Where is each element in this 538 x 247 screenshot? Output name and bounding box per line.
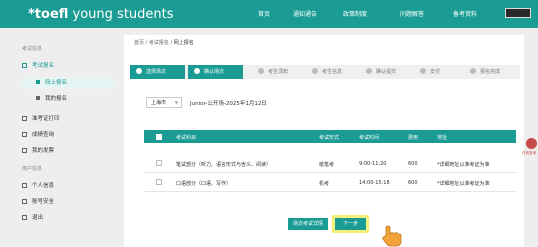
table-row[interactable]: 口语部分（口语、写作） 机考 14:00-15:18 600 *详细地址以准考证… (144, 173, 516, 192)
user-icon (22, 182, 27, 188)
step-dot-icon (258, 68, 264, 74)
receipt-icon (22, 147, 27, 153)
col-fee: 费用 (408, 135, 419, 141)
site-logo[interactable]: *toefl young students (28, 7, 174, 22)
step-confirm-session: 确认场次 (188, 65, 243, 79)
next-button[interactable]: 下一步 (332, 215, 369, 233)
doc-icon (36, 80, 40, 84)
select-all-checkbox[interactable] (156, 133, 162, 140)
breadcrumb-current: 网上报名 (173, 40, 194, 46)
edit-icon (22, 62, 27, 68)
row-checkbox[interactable] (156, 160, 162, 166)
sidebar-item-personal-info[interactable]: 个人信息 (22, 181, 114, 192)
cell-time: 14:00-15:18 (359, 180, 390, 186)
step-dot-icon (366, 68, 372, 74)
sidebar-item-my-register[interactable]: 我的报名 (22, 93, 114, 105)
breadcrumb-exam-reg[interactable]: 考试报名 (149, 40, 169, 46)
sidebar-item-score-query[interactable]: 成绩查询 (22, 130, 114, 141)
cell-address: *详细地址以准考证为准 (437, 162, 490, 168)
cell-address: *详细地址以准考证为准 (437, 181, 490, 187)
session-detail-button[interactable]: 场次考试详情 (288, 218, 328, 230)
step-dot-icon (420, 68, 426, 74)
breadcrumb: 首页 / 考试报名 / 网上报名 (134, 40, 194, 46)
step-complete: 报名完成 (470, 65, 500, 79)
chart-icon (22, 131, 27, 137)
table-header: 考试科目 考试形式 考试时间 费用 地址 (144, 130, 516, 143)
sidebar-item-exam-register[interactable]: 考试报名 (22, 61, 114, 72)
nav-policy[interactable]: 政策制度 (343, 9, 367, 18)
col-form: 考试形式 (319, 135, 340, 141)
cell-form: 机考 (319, 181, 330, 187)
online-consult-widget[interactable]: 在线咨询 (522, 138, 538, 166)
chevron-down-icon: ▼ (174, 100, 178, 105)
user-avatar[interactable] (505, 8, 531, 18)
table-row[interactable]: 笔试部分（听力、语言形式与含义、阅读） 纸笔考 9:00-11:20 600 *… (144, 154, 516, 173)
check-icon (136, 68, 142, 74)
print-icon (22, 115, 27, 121)
top-navbar: *toefl young students 首页 通知通告 政策制度 问题解答 … (0, 0, 538, 28)
row-checkbox[interactable] (156, 179, 162, 185)
step-dot-icon (470, 68, 476, 74)
nav-faq[interactable]: 问题解答 (400, 9, 424, 18)
session-label: Junior-公开场-2025年1月12日 (190, 101, 267, 107)
main-content: 首页 / 考试报名 / 网上报名 选择场次 确认场次 考生须知 考生信息 确认提… (124, 35, 524, 247)
step-confirm-submit: 确认提交 (366, 65, 396, 79)
cell-subject: 笔试部分（听力、语言形式与含义、阅读） (176, 162, 272, 168)
sidebar-item-account-security[interactable]: 账号安全 (22, 197, 114, 208)
col-address: 地址 (437, 135, 448, 141)
sidebar-item-ticket-print[interactable]: 准考证打印 (22, 114, 114, 125)
sidebar: 考试信息 考试报名 网上报名 我的报名 准考证打印 成绩查询 我的发票 用户信息… (0, 36, 118, 247)
step-select-session: 选择场次 (130, 65, 185, 79)
pointer-hand-icon (382, 225, 402, 247)
step-progress: 选择场次 确认场次 考生须知 考生信息 确认提交 支付 报名完成 (130, 65, 520, 79)
logout-icon (22, 214, 27, 220)
cell-subject: 口语部分（口语、写作） (176, 181, 232, 187)
sidebar-item-my-fees[interactable]: 我的发票 (22, 146, 114, 157)
col-time: 考试时间 (359, 135, 380, 141)
cell-time: 9:00-11:20 (359, 161, 387, 167)
breadcrumb-home[interactable]: 首页 (134, 40, 144, 46)
nav-notices[interactable]: 通知通告 (293, 9, 317, 18)
nav-materials[interactable]: 备考资料 (453, 9, 477, 18)
step-notice: 考生须知 (258, 65, 288, 79)
sidebar-section-exam: 考试信息 (22, 46, 43, 52)
cell-fee: 600 (408, 180, 418, 186)
city-select[interactable]: 上海市 ▼ (146, 97, 182, 108)
list-icon (36, 96, 40, 100)
check-icon (194, 68, 200, 74)
sidebar-item-logout[interactable]: 退出 (22, 213, 114, 224)
shield-icon (22, 198, 27, 204)
cell-form: 纸笔考 (319, 162, 335, 168)
sidebar-item-online-register[interactable]: 网上报名 (22, 77, 114, 89)
step-payment: 支付 (420, 65, 440, 79)
step-candidate-info: 考生信息 (312, 65, 342, 79)
cell-fee: 600 (408, 161, 418, 167)
step-dot-icon (312, 68, 318, 74)
nav-home[interactable]: 首页 (258, 9, 270, 18)
chat-icon (526, 138, 537, 149)
sidebar-section-user: 用户信息 (22, 166, 43, 172)
col-subject: 考试科目 (176, 135, 197, 141)
